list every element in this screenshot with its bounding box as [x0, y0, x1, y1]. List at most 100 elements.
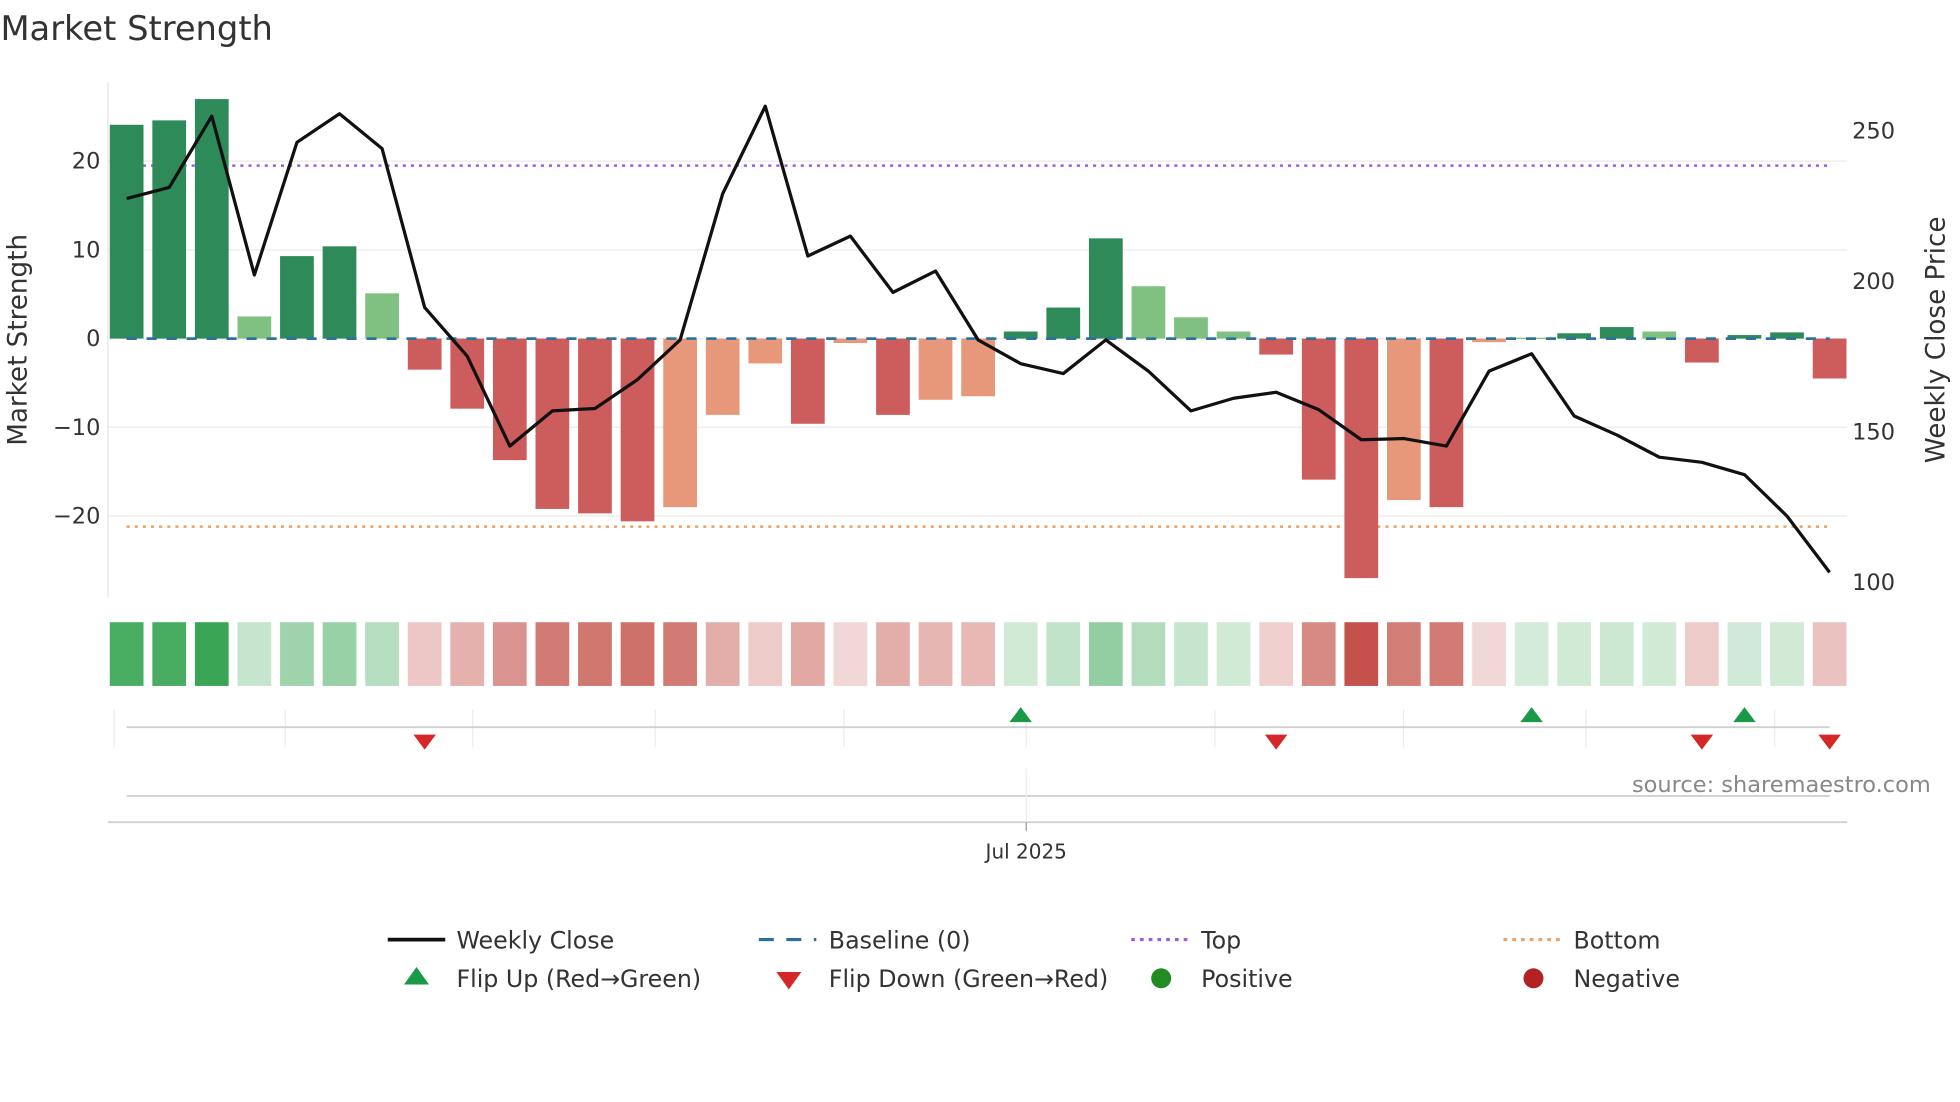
positive-dot-icon: [1151, 968, 1172, 989]
heat-cell: [1003, 622, 1038, 686]
strength-bar: [322, 246, 357, 339]
y-axis-label: Market Strength: [4, 234, 34, 446]
strength-bar: [280, 256, 314, 339]
strength-bar: [705, 338, 740, 415]
heat-cell: [918, 622, 953, 686]
strength-bar: [1131, 286, 1166, 339]
heat-cell: [1429, 622, 1464, 686]
y2-tick-label: 200: [1852, 269, 1895, 295]
legend-negative: Negative: [1573, 965, 1679, 993]
y-tick-label: 20: [72, 149, 101, 175]
flip-down-marker: [1264, 734, 1288, 750]
legend-baseline: Baseline (0): [829, 926, 971, 954]
heat-cell: [322, 622, 357, 686]
heat-cell: [790, 622, 825, 686]
strength-bar: [1812, 338, 1847, 379]
flip-up-icon: [404, 967, 429, 985]
heat-cell: [1770, 622, 1804, 686]
heat-cell: [450, 622, 485, 686]
y2-tick-label: 250: [1852, 119, 1895, 145]
source-label: source: sharemaestro.com: [1632, 772, 1931, 798]
heat-cell: [876, 622, 910, 686]
heat-cell: [535, 622, 570, 686]
heat-cell: [152, 622, 187, 686]
strength-bar: [1088, 238, 1123, 339]
heat-cell: [1259, 622, 1294, 686]
strength-bar: [790, 338, 825, 424]
strength-bar: [748, 338, 783, 364]
strength-bar: [535, 338, 570, 509]
heat-cell: [1216, 622, 1251, 686]
flip-down-marker: [413, 734, 436, 750]
heat-cell: [109, 622, 144, 686]
heat-cell: [1174, 622, 1208, 686]
heat-cell: [280, 622, 314, 686]
heat-cell: [578, 622, 612, 686]
heat-cell: [1344, 622, 1379, 686]
legend: Weekly Close Baseline (0) Top Bottom Fli…: [387, 926, 1680, 993]
strength-bar: [1344, 338, 1379, 579]
negative-dot-icon: [1523, 968, 1544, 989]
y-tick-label: 0: [86, 326, 100, 352]
heat-cell: [833, 622, 868, 686]
strength-bar: [918, 338, 953, 400]
heat-cell: [1088, 622, 1123, 686]
flip-up-marker: [1733, 707, 1756, 723]
strength-bar: [492, 338, 527, 461]
strength-bar: [1599, 327, 1634, 339]
y2-tick-label: 100: [1852, 570, 1895, 596]
heat-cell: [1131, 622, 1166, 686]
legend-flip-down: Flip Down (Green→Red): [829, 965, 1108, 993]
y2-axis-label: Weekly Close Price: [1922, 217, 1952, 464]
heat-strip: [109, 622, 1847, 686]
legend-bottom: Bottom: [1573, 926, 1660, 954]
y-tick-label: 10: [72, 237, 101, 263]
heat-cell: [1557, 622, 1592, 686]
heat-cell: [194, 622, 229, 686]
strength-bar: [450, 338, 485, 409]
heat-cell: [1812, 622, 1847, 686]
heat-cell: [1472, 622, 1506, 686]
strength-bar: [1685, 338, 1719, 363]
heat-cell: [748, 622, 783, 686]
strength-bar: [1259, 338, 1294, 355]
legend-top: Top: [1200, 926, 1241, 954]
heat-cell: [1727, 622, 1762, 686]
strength-bar: [1046, 307, 1081, 339]
flip-down-marker: [1690, 734, 1714, 750]
flip-down-marker: [1818, 734, 1841, 750]
heat-cell: [492, 622, 527, 686]
strength-bar: [578, 338, 612, 514]
strength-bar: [237, 316, 272, 339]
flip-up-marker: [1009, 707, 1032, 723]
strength-bar: [365, 293, 399, 339]
flip-up-marker: [1520, 707, 1543, 723]
flip-markers: [107, 707, 1848, 833]
strength-bar: [620, 338, 655, 522]
x-tick-label: Jul 2025: [984, 839, 1067, 863]
flip-down-icon: [776, 972, 802, 990]
heat-cell: [1301, 622, 1336, 686]
strength-bar: [1174, 317, 1208, 339]
heat-cell: [1387, 622, 1421, 686]
y-tick-label: −20: [53, 504, 100, 530]
heat-cell: [620, 622, 655, 686]
heat-cell: [365, 622, 399, 686]
strength-bar: [876, 338, 910, 415]
heat-cell: [237, 622, 272, 686]
heat-cell: [705, 622, 740, 686]
strength-bar: [109, 124, 144, 339]
heat-cell: [663, 622, 697, 686]
y2-tick-label: 150: [1852, 419, 1895, 445]
heat-cell: [1685, 622, 1719, 686]
strength-bar: [407, 338, 442, 370]
legend-positive: Positive: [1201, 965, 1292, 993]
strength-bar: [663, 338, 697, 508]
heat-cell: [1599, 622, 1634, 686]
heat-cell: [1046, 622, 1081, 686]
strength-bar: [1387, 338, 1421, 501]
legend-weekly-close: Weekly Close: [456, 926, 614, 954]
legend-flip-up: Flip Up (Red→Green): [456, 965, 701, 993]
heat-cell: [1642, 622, 1677, 686]
heat-cell: [407, 622, 442, 686]
